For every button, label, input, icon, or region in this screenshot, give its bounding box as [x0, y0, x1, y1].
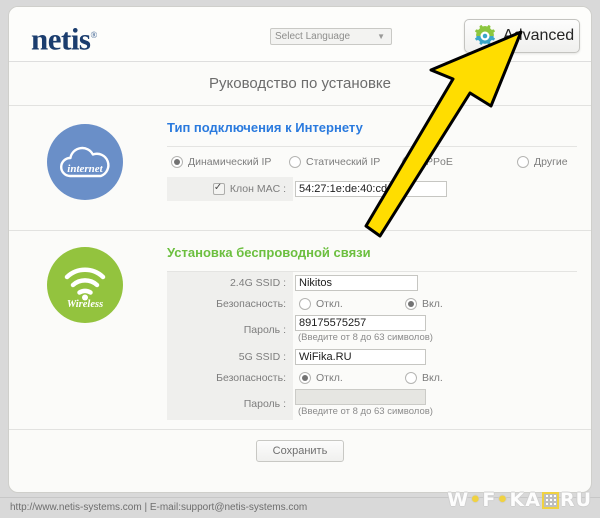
footer-contact-text: http://www.netis-systems.com | E-mail:su…	[10, 502, 308, 513]
svg-text:internet: internet	[67, 163, 103, 175]
password-24g-label: Пароль :	[243, 324, 286, 336]
watermark-dot-2: •	[496, 489, 510, 511]
watermark-dot-1: •	[469, 489, 483, 511]
advanced-button-label: Advanced	[503, 27, 575, 44]
wireless-wifi-icon: Wireless	[47, 247, 123, 323]
mac-clone-input[interactable]	[295, 181, 447, 197]
radio-other[interactable]	[517, 156, 529, 168]
connection-type-radio-group: Динамический IP Статический IP PPPoE Дру…	[167, 147, 577, 177]
ssid-24g-row: 2.4G SSID :	[167, 272, 577, 293]
mac-clone-label: Клон MAC :	[229, 183, 286, 195]
page-title: Руководство по установке	[209, 75, 391, 92]
language-select-value: Select Language	[275, 31, 351, 42]
internet-connection-section: internet Тип подключения к Интернету Дин…	[9, 106, 591, 231]
connection-option-dynamic-ip[interactable]: Динамический IP	[171, 156, 289, 168]
radio-pppoe[interactable]	[402, 156, 414, 168]
radio-security-5g-off[interactable]	[299, 371, 311, 384]
ssid-24g-input[interactable]	[295, 274, 418, 291]
connection-option-label: PPPoE	[419, 156, 453, 168]
password-5g-label: Пароль :	[243, 398, 286, 410]
password-5g-hint: (Введите от 8 до 63 символов)	[298, 406, 433, 417]
connection-option-pppoe[interactable]: PPPoE	[402, 156, 517, 168]
radio-security-24g-off[interactable]	[299, 297, 311, 310]
page-title-bar: Руководство по установке	[9, 62, 591, 106]
radio-dynamic-ip[interactable]	[171, 156, 183, 168]
netis-logo: netis®	[31, 19, 97, 55]
page-header: netis® Select Language ▼ Advanced	[9, 7, 591, 62]
advanced-button[interactable]: Advanced	[464, 19, 580, 53]
watermark-part2: F	[482, 489, 497, 511]
watermark-part3: KA	[509, 489, 541, 511]
svg-text:Wireless: Wireless	[67, 299, 103, 307]
connection-option-static-ip[interactable]: Статический IP	[289, 156, 402, 168]
qr-code-icon	[541, 491, 559, 509]
ssid-5g-field-cell	[293, 346, 577, 367]
security-5g-off-label: Откл.	[316, 371, 343, 384]
gear-icon	[474, 25, 496, 47]
ssid-5g-input[interactable]	[295, 348, 426, 365]
password-24g-field-cell: (Введите от 8 до 63 символов)	[293, 314, 577, 346]
wireless-section-body: Установка беспроводной связи 2.4G SSID :…	[167, 231, 591, 420]
wifika-watermark: W • F • KA RU	[416, 487, 592, 513]
wireless-settings-section: Wireless Установка беспроводной связи 2.…	[9, 231, 591, 430]
internet-section-heading: Тип подключения к Интернету	[167, 120, 363, 135]
connection-option-other[interactable]: Другие	[517, 156, 568, 168]
security-5g-off-option[interactable]: Откл.	[295, 371, 405, 384]
registered-mark: ®	[90, 30, 98, 40]
security-24g-off-label: Откл.	[316, 297, 343, 310]
radio-static-ip[interactable]	[289, 156, 301, 168]
save-area: Сохранить	[9, 430, 591, 472]
password-24g-row: Пароль : (Введите от 8 до 63 символов)	[167, 314, 577, 346]
password-5g-row: Пароль : (Введите от 8 до 63 символов)	[167, 388, 577, 420]
security-5g-on-label: Вкл.	[422, 371, 443, 384]
radio-security-24g-on[interactable]	[405, 297, 417, 310]
netis-logo-text: netis	[31, 21, 91, 57]
ssid-5g-row: 5G SSID :	[167, 346, 577, 367]
wireless-section-heading: Установка беспроводной связи	[167, 245, 371, 260]
connection-option-label: Другие	[534, 156, 568, 168]
screenshot-root: netis® Select Language ▼ Advanced Руково…	[0, 0, 600, 518]
security-24g-on-label: Вкл.	[422, 297, 443, 310]
security-24g-row: Безопасность: Откл. Вкл.	[167, 293, 577, 314]
router-admin-window: netis® Select Language ▼ Advanced Руково…	[8, 6, 592, 493]
chevron-down-icon: ▼	[377, 32, 385, 41]
password-5g-field-cell: (Введите от 8 до 63 символов)	[293, 388, 577, 420]
ssid-24g-label: 2.4G SSID :	[229, 276, 286, 289]
security-5g-row: Безопасность: Откл. Вкл.	[167, 367, 577, 388]
ssid-24g-field-cell	[293, 272, 577, 293]
security-5g-on-option[interactable]: Вкл.	[405, 371, 443, 384]
security-24g-off-option[interactable]: Откл.	[295, 297, 405, 310]
security-24g-field-cell: Откл. Вкл.	[293, 293, 577, 314]
internet-section-body: Тип подключения к Интернету Динамический…	[167, 106, 591, 201]
mac-clone-field-cell	[293, 177, 577, 201]
security-5g-label: Безопасность:	[216, 371, 286, 384]
security-5g-field-cell: Откл. Вкл.	[293, 367, 577, 388]
security-24g-on-option[interactable]: Вкл.	[405, 297, 443, 310]
password-24g-hint: (Введите от 8 до 63 символов)	[298, 332, 433, 343]
connection-option-label: Динамический IP	[188, 156, 272, 168]
watermark-part4: RU	[559, 489, 592, 511]
ssid-5g-label: 5G SSID :	[238, 350, 286, 363]
password-24g-input[interactable]	[295, 315, 426, 331]
save-button[interactable]: Сохранить	[256, 440, 344, 462]
mac-clone-label-cell: Клон MAC :	[167, 181, 293, 195]
mac-clone-row: Клон MAC :	[167, 177, 577, 201]
internet-cloud-icon: internet	[47, 124, 123, 200]
security-24g-label: Безопасность:	[216, 297, 286, 310]
password-5g-input[interactable]	[295, 389, 426, 405]
connection-option-label: Статический IP	[306, 156, 381, 168]
watermark-part1: W	[447, 489, 470, 511]
radio-security-5g-on[interactable]	[405, 371, 417, 384]
mac-clone-checkbox[interactable]	[212, 181, 225, 195]
language-select[interactable]: Select Language ▼	[270, 28, 392, 45]
